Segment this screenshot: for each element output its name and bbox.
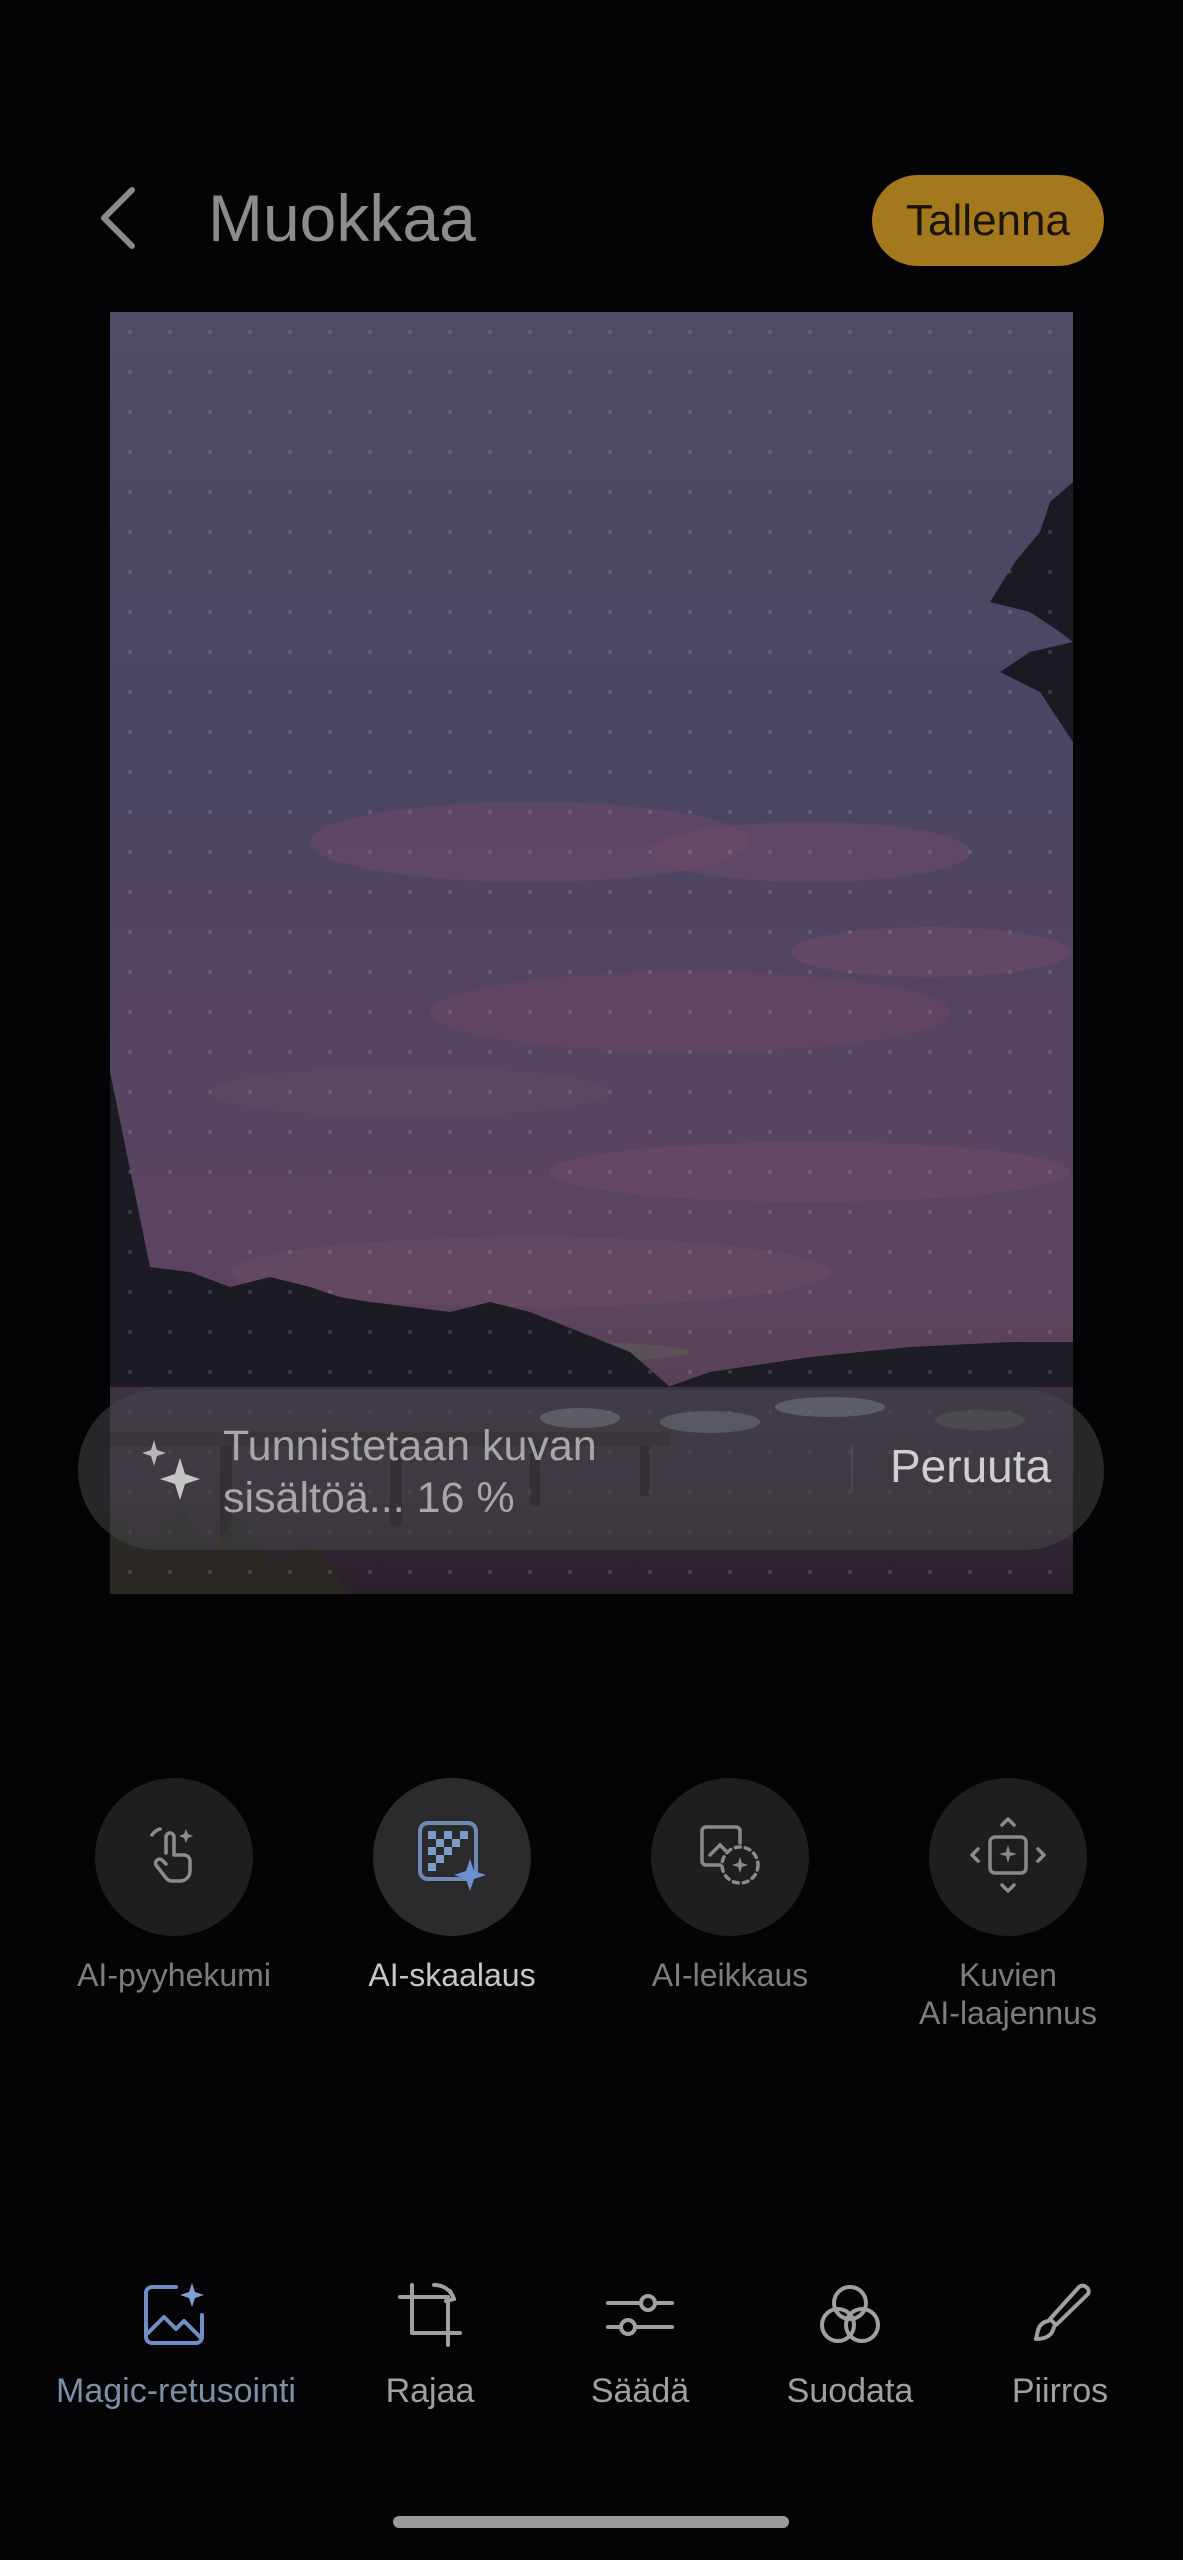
progress-line-1: Tunnistetaan kuvan <box>223 1422 597 1470</box>
tool-ai-expand[interactable]: Kuvien AI-laajennus <box>908 1778 1108 2032</box>
nav-label: Piirros <box>1011 2372 1109 2410</box>
tool-label: AI-pyyhekumi <box>77 1957 271 1993</box>
nav-label: Rajaa <box>385 2372 475 2410</box>
filter-circles-icon <box>810 2275 890 2355</box>
tool-ai-cutout[interactable]: AI-leikkaus <box>630 1778 830 1994</box>
crop-icon <box>390 2275 470 2355</box>
tool-label: AI-skaalaus <box>368 1957 536 1993</box>
tool-ai-eraser[interactable]: AI-pyyhekumi <box>74 1778 274 1994</box>
tool-label: AI-leikkaus <box>651 1957 809 1993</box>
cutout-icon <box>694 1819 766 1896</box>
nav-filter[interactable]: Suodata <box>770 2275 930 2411</box>
nav-label: Säädä <box>590 2372 690 2410</box>
progress-text: Tunnistetaan kuvan sisältöä... 16 % <box>223 1420 743 1524</box>
divider <box>851 1446 853 1492</box>
tool-label: Kuvien AI-laajennus <box>919 1957 1097 2031</box>
nav-crop[interactable]: Rajaa <box>370 2275 490 2411</box>
tool-ai-eraser-button[interactable] <box>95 1778 253 1936</box>
nav-label: Suodata <box>786 2372 914 2410</box>
sparkle-icon <box>138 1430 218 1510</box>
nav-magic-retouch[interactable]: Magic-retusointi <box>36 2275 316 2411</box>
tool-ai-upscale-button[interactable] <box>373 1778 531 1936</box>
upscale-grid-icon <box>414 1817 490 1898</box>
home-indicator[interactable] <box>393 2516 789 2528</box>
tool-ai-upscale[interactable]: AI-skaalaus <box>352 1778 552 1994</box>
chevron-left-icon <box>98 186 138 255</box>
nav-draw[interactable]: Piirros <box>990 2275 1130 2411</box>
nav-adjust[interactable]: Säädä <box>580 2275 700 2411</box>
expand-arrows-icon <box>970 1816 1046 1898</box>
nav-label: Magic-retusointi <box>56 2372 296 2410</box>
magic-image-icon <box>136 2275 216 2355</box>
page-title: Muokkaa <box>208 181 476 255</box>
touch-sparkle-icon <box>138 1819 210 1896</box>
progress-toast: Tunnistetaan kuvan sisältöä... 16 % Peru… <box>78 1390 1104 1550</box>
save-button[interactable]: Tallenna <box>872 175 1104 266</box>
progress-line-2: sisältöä... 16 % <box>223 1474 515 1522</box>
tool-ai-cutout-button[interactable] <box>651 1778 809 1936</box>
brush-icon <box>1020 2275 1100 2355</box>
tool-ai-expand-button[interactable] <box>929 1778 1087 1936</box>
sliders-icon <box>600 2275 680 2355</box>
cancel-button[interactable]: Peruuta <box>890 1436 1051 1496</box>
back-button[interactable] <box>88 180 148 260</box>
